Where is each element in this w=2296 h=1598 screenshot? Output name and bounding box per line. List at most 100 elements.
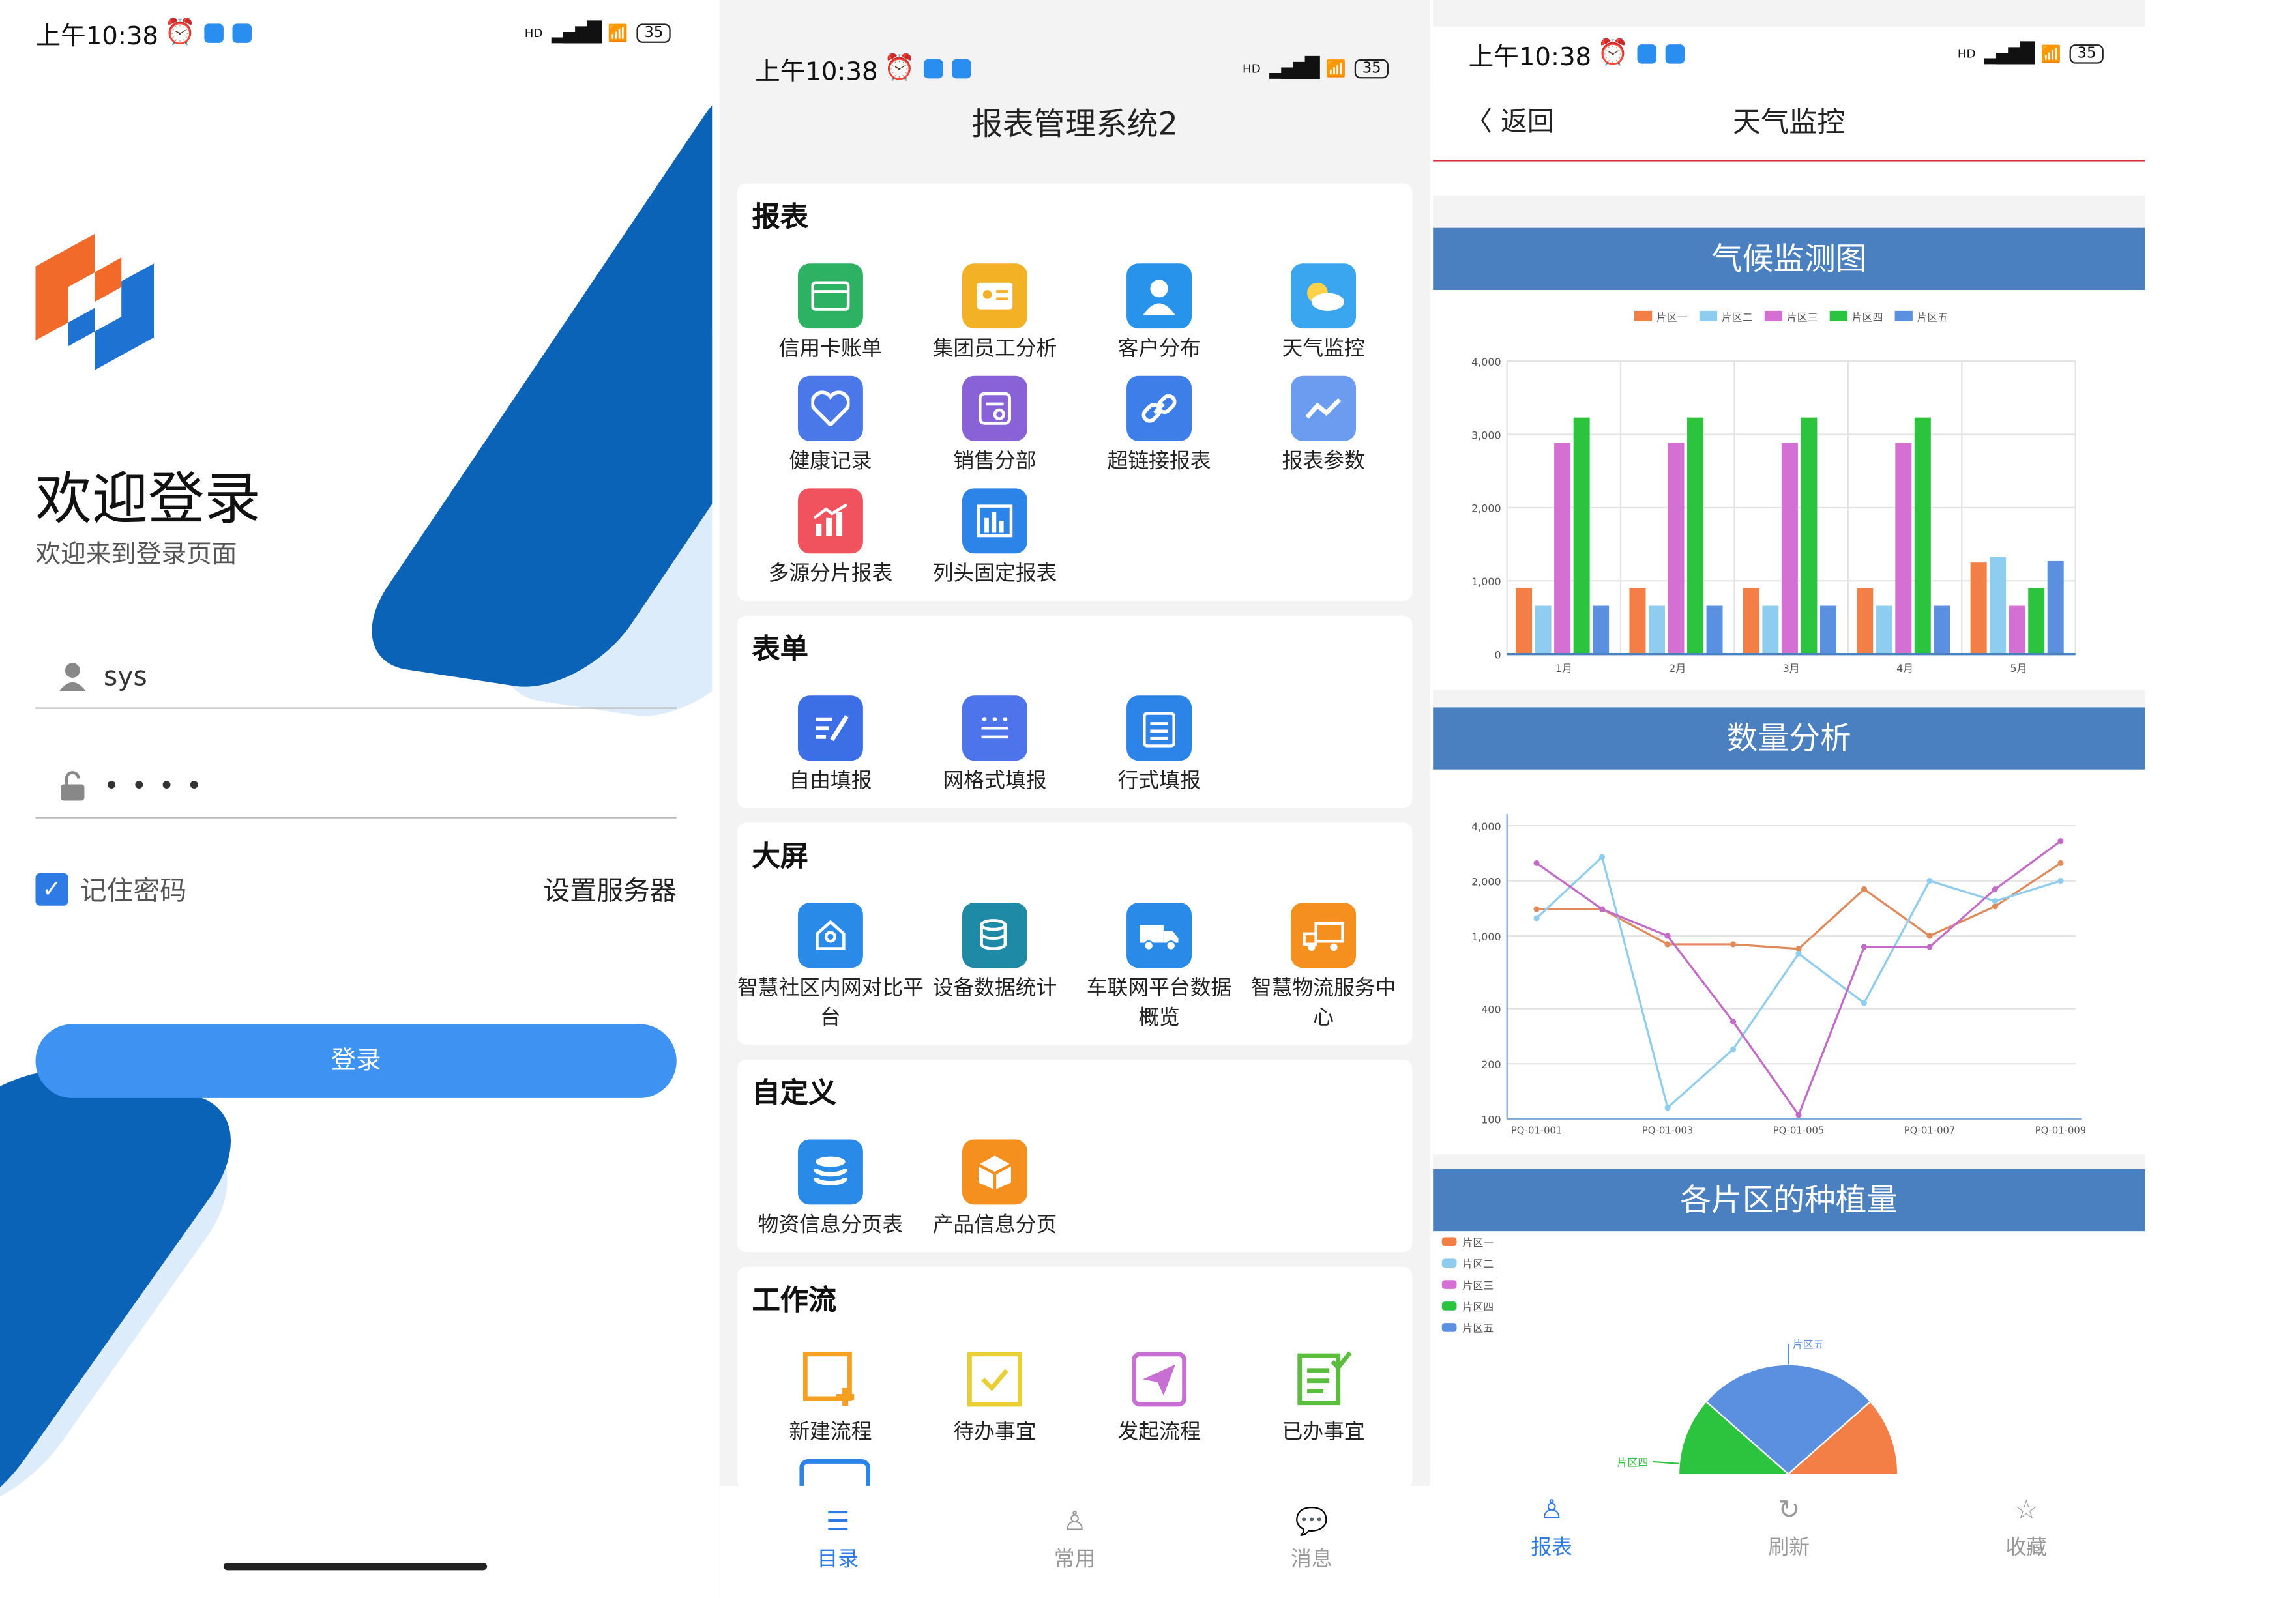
menu-item[interactable]: 发起流程: [1078, 1346, 1241, 1447]
menu-item[interactable]: 待办事宜: [913, 1346, 1076, 1447]
menu-item-label: 客户分布: [1117, 337, 1201, 362]
stack-icon: [797, 1139, 863, 1205]
tab-favorite[interactable]: ☆ 收藏: [1907, 1474, 2145, 1598]
weather-icon: [1291, 263, 1357, 329]
x-tick-label: PQ-01-005: [1773, 1125, 1824, 1136]
column-chart-icon: [962, 488, 1027, 554]
tab-messages[interactable]: 💬 消息: [1193, 1486, 1430, 1598]
menu-item[interactable]: 物资信息分页表: [737, 1139, 924, 1240]
data-point: [2057, 838, 2064, 845]
menu-item[interactable]: 产品信息分页: [913, 1139, 1076, 1240]
menu-item[interactable]: 智慧社区内网对比平台: [737, 903, 924, 1033]
menu-item[interactable]: 健康记录: [749, 375, 912, 476]
bar: [1706, 605, 1723, 654]
legend-swatch: [1441, 1323, 1457, 1332]
hd-label: HD: [524, 25, 543, 40]
menu-item[interactable]: 信用卡账单: [749, 263, 912, 364]
menu-item-label: 列头固定报表: [932, 562, 1057, 587]
id-card-icon: [962, 263, 1027, 329]
nav-bar: 〈 返回 天气监控: [1433, 80, 2145, 162]
menu-item-label: 产品信息分页: [932, 1213, 1057, 1238]
username-field[interactable]: sys: [35, 645, 677, 709]
bar: [1629, 588, 1646, 654]
y-tick-label: 3,000: [1471, 429, 1501, 441]
welcome-subtitle: 欢迎来到登录页面: [35, 540, 237, 570]
legend-label: 片区三: [1787, 312, 1818, 324]
bar: [1743, 588, 1759, 654]
data-point: [1664, 941, 1671, 948]
menu-item[interactable]: 列头固定报表: [913, 488, 1076, 588]
legend-label: 片区四: [1852, 312, 1883, 324]
y-tick-label: 100: [1481, 1114, 1501, 1126]
menu-item[interactable]: 智慧物流服务中心: [1242, 903, 1405, 1033]
bar: [1990, 557, 2007, 654]
menu-item[interactable]: 客户分布: [1078, 263, 1241, 364]
tab-refresh[interactable]: ↻ 刷新: [1670, 1474, 1907, 1598]
battery-icon: 35: [2070, 43, 2104, 63]
lock-icon: [61, 771, 85, 801]
data-point: [1795, 1112, 1802, 1118]
menu-item[interactable]: 设备数据统计: [913, 903, 1076, 1003]
menu-item[interactable]: 已办事宜: [1242, 1346, 1405, 1447]
menu-item-label: 健康记录: [789, 450, 872, 474]
battery-icon: 35: [1355, 58, 1389, 78]
data-point: [1664, 933, 1671, 939]
refresh-icon: ↻: [1778, 1494, 1801, 1526]
new-process-icon: [797, 1346, 863, 1412]
section-header: 各片区的种植量: [1433, 1169, 2145, 1232]
page-title: 天气监控: [1732, 106, 1846, 139]
menu-item[interactable]: 集团员工分析: [913, 263, 1076, 364]
series-line: [1536, 855, 2061, 1110]
chat-icon: 💬: [1295, 1506, 1329, 1538]
menu-item-label: 智慧物流服务中心: [1250, 976, 1396, 1030]
chart-panel: 4,000 2,000 1,000 400 200 100 PQ-01-001 PQ-01-0…: [1433, 769, 2145, 1155]
password-field[interactable]: ••••: [35, 755, 677, 819]
menu-item[interactable]: 行式填报: [1078, 695, 1241, 796]
data-point: [1992, 903, 1999, 910]
data-point: [1926, 933, 1933, 939]
menu-item[interactable]: 新建流程: [749, 1346, 912, 1447]
menu-item[interactable]: 报表参数: [1242, 375, 1405, 476]
menu-item[interactable]: 超链接报表: [1078, 375, 1241, 476]
data-point: [1533, 860, 1540, 866]
todo-icon: [962, 1346, 1027, 1412]
menu-item[interactable]: 销售分部: [913, 375, 1076, 476]
menu-item[interactable]: 多源分片报表: [749, 488, 912, 588]
menu-item-label: 已办事宜: [1282, 1420, 1365, 1445]
login-button[interactable]: 登录: [35, 1024, 677, 1098]
bar: [2047, 560, 2064, 654]
menu-item[interactable]: 自由填报: [749, 695, 912, 796]
server-settings-link[interactable]: 设置服务器: [543, 870, 676, 908]
heart-icon: [797, 375, 863, 441]
y-tick-label: 4,000: [1471, 356, 1501, 368]
tab-report[interactable]: ♙ 报表: [1433, 1474, 1670, 1598]
x-tick-label: 4月: [1896, 662, 1913, 675]
remember-password-checkbox[interactable]: ✓ 记住密码: [35, 870, 186, 908]
tab-label: 目录: [817, 1548, 859, 1572]
username-value: sys: [103, 660, 147, 692]
legend-label: 片区一: [1656, 312, 1688, 324]
menu-item-label: 行式填报: [1117, 769, 1201, 794]
tab-catalog[interactable]: ☰ 目录: [720, 1486, 956, 1598]
menu-item[interactable]: 网格式填报: [913, 695, 1076, 796]
menu-item[interactable]: 天气监控: [1242, 263, 1405, 364]
menu-item[interactable]: 车联网平台数据概览: [1078, 903, 1241, 1033]
chart-panel: 片区一 片区二 片区三 片区四 片区五 片区五 片区四: [1433, 1231, 2145, 1584]
y-tick-label: 2,000: [1471, 875, 1501, 888]
send-icon: [1126, 1346, 1192, 1412]
tab-frequent[interactable]: ♙ 常用: [956, 1486, 1193, 1598]
data-point: [1599, 906, 1606, 912]
signal-icon: ▂▄▆█: [1984, 42, 2035, 65]
y-tick-label: 4,000: [1471, 821, 1501, 833]
section-title: 报表: [752, 201, 808, 234]
bar: [1573, 417, 1590, 654]
password-value: ••••: [103, 770, 214, 802]
legend-swatch: [1764, 310, 1783, 321]
checkbox-checked-icon: ✓: [35, 873, 68, 906]
data-point: [1992, 886, 1999, 892]
app-notification-icon: [924, 58, 943, 78]
bar: [1668, 443, 1685, 654]
bar: [1895, 443, 1912, 654]
section-card-workflow: 工作流 新建流程 待办事宜 发起流程 已办事宜: [737, 1266, 1413, 1494]
data-point: [1729, 1019, 1737, 1025]
